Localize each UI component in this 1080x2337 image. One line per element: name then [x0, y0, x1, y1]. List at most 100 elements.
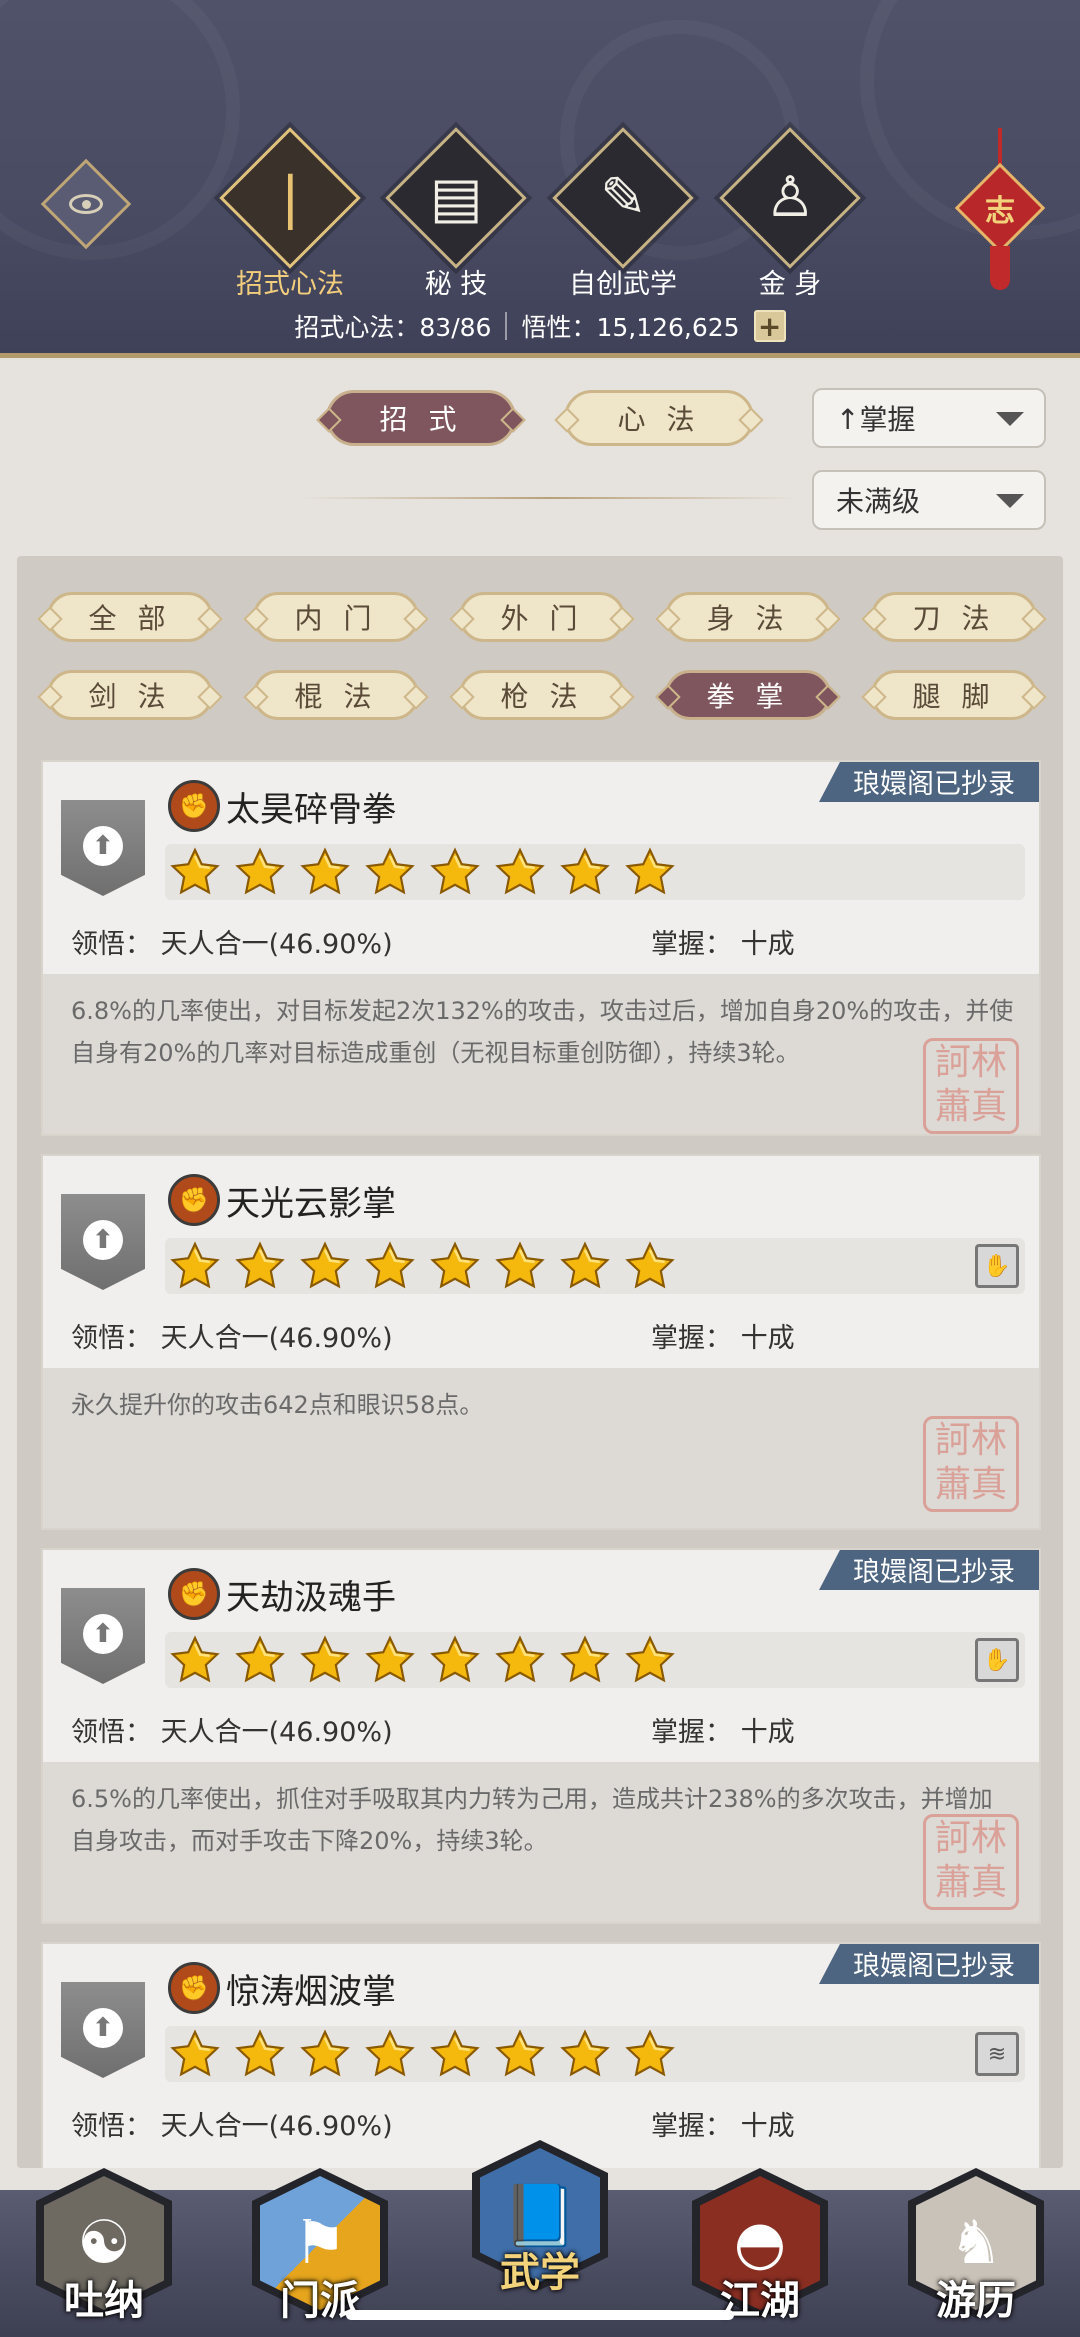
add-insight-button[interactable]: + [753, 310, 786, 342]
tab-moves[interactable]: 招 式 [326, 390, 516, 446]
copied-badge: 琅嬛阁已抄录 [819, 1944, 1039, 1984]
category-sword[interactable]: 剑 法 [47, 670, 213, 720]
skill-card[interactable]: 琅嬛阁已抄录 ⬆ ✊ 太昊碎骨拳 领悟： 天人合一(46.90%) 掌握： 十成… [41, 760, 1041, 1136]
mastery-text: 掌握： 十成 [651, 929, 795, 960]
sort-dropdown[interactable]: ↑掌握 [812, 388, 1046, 448]
skill-name: 天光云影掌 [226, 1184, 396, 1224]
stats-bar: 招式心法：83/86 悟性：15,126,625 + [0, 308, 1080, 344]
star-icon [494, 846, 546, 898]
seal-stamp-icon: 訶林 蕭真 [923, 1416, 1019, 1512]
skill-card[interactable]: 琅嬛阁已抄录 ⬆ ✊ 天劫汲魂手 ✋ 领悟： 天人合一(46.90%) 掌握： … [41, 1548, 1041, 1924]
star-icon [299, 1240, 351, 1292]
star-rating [165, 1238, 1025, 1294]
skill-name: 天劫汲魂手 [226, 1578, 396, 1618]
fist-skill-icon: ✊ [168, 780, 220, 832]
category-label: 腿 脚 [912, 680, 996, 713]
category-staff[interactable]: 棍 法 [253, 670, 419, 720]
skill-description: 永久提升你的攻击642点和眼识58点。 [43, 1368, 1039, 1528]
nav-sect[interactable]: ⚑ 门派 [250, 2168, 390, 2324]
mastery-text: 掌握： 十成 [651, 1323, 795, 1354]
ornament-divider [300, 497, 800, 499]
mastery-text: 掌握： 十成 [651, 1717, 795, 1748]
fist-skill-icon: ✊ [168, 1962, 220, 2014]
star-icon [494, 1240, 546, 1292]
book-icon: ▤ [429, 164, 483, 230]
tab-mind-label: 心 法 [617, 403, 701, 436]
hand-type-icon: ✋ [975, 1638, 1019, 1682]
skill-name: 惊涛烟波掌 [226, 1972, 396, 2012]
tab-secret-skills[interactable]: ▤ 秘 技 [385, 127, 527, 301]
star-rating [165, 844, 1025, 900]
upgrade-shield-icon[interactable]: ⬆ [61, 1982, 145, 2078]
seal-stamp-icon: 訶林 蕭真 [923, 1038, 1019, 1134]
skill-card[interactable]: ⬆ ✊ 天光云影掌 ✋ 领悟： 天人合一(46.90%) 掌握： 十成 永久提升… [41, 1154, 1041, 1530]
category-leg[interactable]: 腿 脚 [871, 670, 1037, 720]
star-icon [364, 2028, 416, 2080]
insight-value: 悟性：15,126,625 [521, 313, 740, 342]
meditation-icon: ♙ [764, 164, 816, 230]
tab-moves-label: 招 式 [379, 403, 463, 436]
fist-skill-icon: ✊ [168, 1568, 220, 1620]
aspiration-charm-button[interactable]: 志 [954, 128, 1046, 290]
nav-jianghu[interactable]: ◓ 江湖 [690, 2168, 830, 2324]
star-icon [364, 846, 416, 898]
tab-golden-body[interactable]: ♙ 金 身 [719, 127, 861, 301]
top-header: | 招式心法 ▤ 秘 技 ✎ 自创武学 ♙ 金 身 志 招式心法：83/86 悟… [0, 0, 1080, 358]
seal-stamp-icon: 訶林 蕭真 [923, 1814, 1019, 1910]
nav-martial-arts[interactable]: 📘 武学 [470, 2140, 610, 2296]
upgrade-shield-icon[interactable]: ⬆ [61, 1194, 145, 1290]
level-filter-dropdown[interactable]: 未满级 [812, 470, 1046, 530]
chevron-down-icon [996, 412, 1024, 426]
star-icon [624, 846, 676, 898]
category-all[interactable]: 全 部 [47, 592, 213, 642]
skill-description-text: 6.5%的几率使出，抓住对手吸取其内力转为己用，造成共计238%的多次攻击，并增… [71, 1785, 993, 1855]
upgrade-shield-icon[interactable]: ⬆ [61, 800, 145, 896]
nav-breathing[interactable]: ☯ 吐纳 [34, 2168, 174, 2324]
star-icon [559, 1240, 611, 1292]
star-icon [559, 1634, 611, 1686]
category-saber[interactable]: 刀 法 [871, 592, 1037, 642]
chevron-down-icon [996, 494, 1024, 508]
skill-name: 太昊碎骨拳 [226, 790, 396, 830]
star-icon [234, 2028, 286, 2080]
tab-mind-methods[interactable]: 心 法 [564, 390, 754, 446]
skill-description-text: 永久提升你的攻击642点和眼识58点。 [71, 1391, 484, 1419]
home-indicator[interactable] [346, 2310, 734, 2320]
star-rating [165, 2026, 1025, 2082]
star-icon [234, 1240, 286, 1292]
star-icon [429, 846, 481, 898]
category-spear[interactable]: 枪 法 [459, 670, 625, 720]
star-icon [364, 1634, 416, 1686]
level-dropdown-value: 未满级 [836, 485, 921, 518]
star-icon [429, 1634, 481, 1686]
comprehension-text: 领悟： 天人合一(46.90%) [71, 929, 393, 960]
skill-card[interactable]: 琅嬛阁已抄录 ⬆ ✊ 惊涛烟波掌 ≋ 领悟： 天人合一(46.90%) 掌握： … [41, 1942, 1041, 2168]
moves-count: 招式心法：83/86 [294, 313, 492, 342]
category-label: 外 门 [500, 602, 584, 635]
category-label: 刀 法 [912, 602, 996, 635]
star-icon [169, 846, 221, 898]
charm-label: 志 [985, 194, 1015, 229]
star-icon [169, 1634, 221, 1686]
upgrade-shield-icon[interactable]: ⬆ [61, 1588, 145, 1684]
tab-self-created[interactable]: ✎ 自创武学 [552, 127, 694, 301]
fist-skill-icon: ✊ [168, 1174, 220, 1226]
category-movement[interactable]: 身 法 [665, 592, 831, 642]
comprehension-text: 领悟： 天人合一(46.90%) [71, 1717, 393, 1748]
sword-icon: | [280, 165, 300, 230]
category-fist-palm[interactable]: 拳 掌 [665, 670, 831, 720]
nav-travel[interactable]: ♞ 游历 [906, 2168, 1046, 2324]
star-icon [559, 2028, 611, 2080]
star-icon [299, 2028, 351, 2080]
sort-dropdown-value: ↑掌握 [836, 403, 916, 436]
category-inner[interactable]: 内 门 [253, 592, 419, 642]
skills-panel: 全 部 内 门 外 门 身 法 刀 法 剑 法 棍 法 枪 法 拳 掌 腿 脚 … [17, 556, 1063, 2168]
category-outer[interactable]: 外 门 [459, 592, 625, 642]
cloud-pattern [0, 0, 240, 260]
star-icon [624, 2028, 676, 2080]
tab-moves-methods[interactable]: | 招式心法 [219, 127, 361, 301]
skill-description: 6.8%的几率使出，对目标发起2次132%的攻击，攻击过后，增加自身20%的攻击… [43, 974, 1039, 1134]
star-icon [559, 846, 611, 898]
comprehension-text: 领悟： 天人合一(46.90%) [71, 1323, 393, 1354]
star-icon [624, 1634, 676, 1686]
